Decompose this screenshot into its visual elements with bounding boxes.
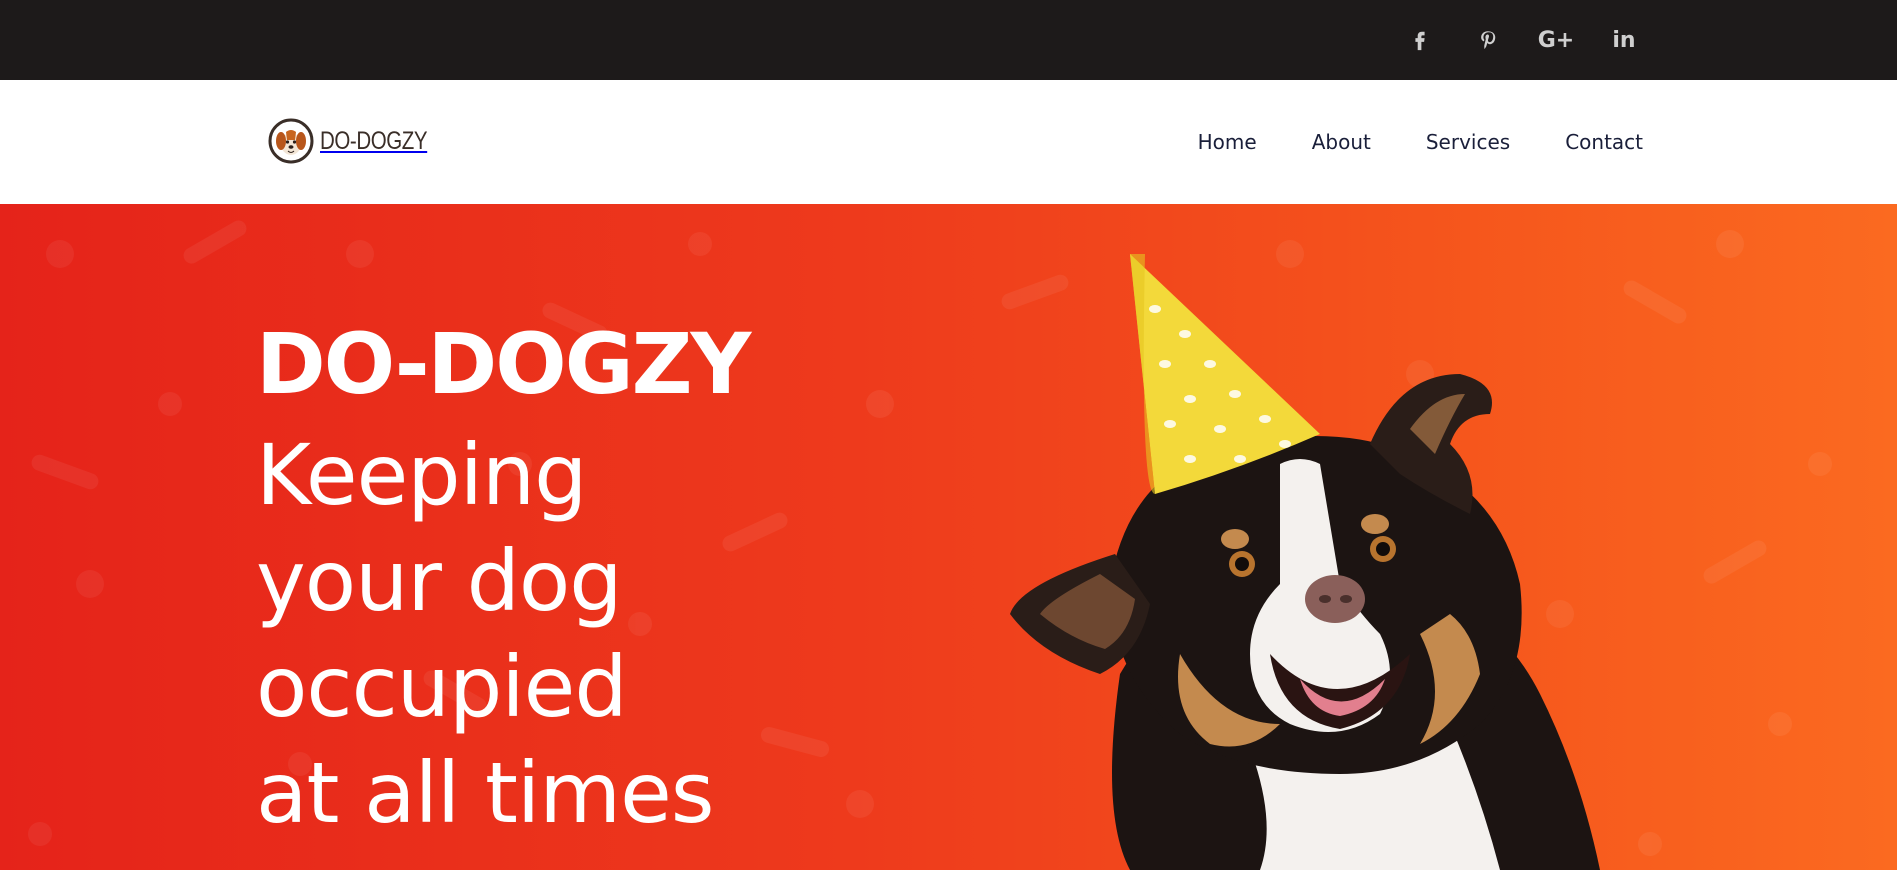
site-header: DO-DOGZY Home About Services Contact [0,80,1897,204]
hero-banner: DO-DOGZY Keeping your dog occupied at al… [0,204,1897,870]
pinterest-icon [1481,31,1496,49]
nav-home[interactable]: Home [1198,130,1257,154]
party-dog-image [1010,254,1600,870]
linkedin-icon: in [1612,27,1636,53]
hero-subtitle-line: at all times [256,744,715,842]
hero-title: DO-DOGZY [256,315,751,413]
social-links: G+ in [1373,0,1645,80]
hero-subtitle: Keeping your dog occupied at all times [256,422,856,846]
linkedin-link[interactable]: in [1603,19,1645,61]
social-topbar: G+ in [0,0,1897,80]
googleplus-link[interactable]: G+ [1535,19,1577,61]
dog-logo-icon [268,118,314,164]
hero-subtitle-line: Keeping [256,426,587,524]
pinterest-link[interactable] [1467,19,1509,61]
nav-contact[interactable]: Contact [1565,130,1643,154]
facebook-link[interactable] [1399,19,1441,61]
hero-subtitle-line: your dog [256,532,623,630]
facebook-icon [1415,31,1425,51]
nav-about[interactable]: About [1312,130,1371,154]
hero-subtitle-line: occupied [256,638,628,736]
googleplus-icon: G+ [1537,27,1575,53]
main-nav: Home About Services Contact [1143,80,1643,204]
site-logo[interactable]: DO-DOGZY [268,118,451,164]
nav-services[interactable]: Services [1426,130,1510,154]
logo-text: DO-DOGZY [320,126,428,155]
